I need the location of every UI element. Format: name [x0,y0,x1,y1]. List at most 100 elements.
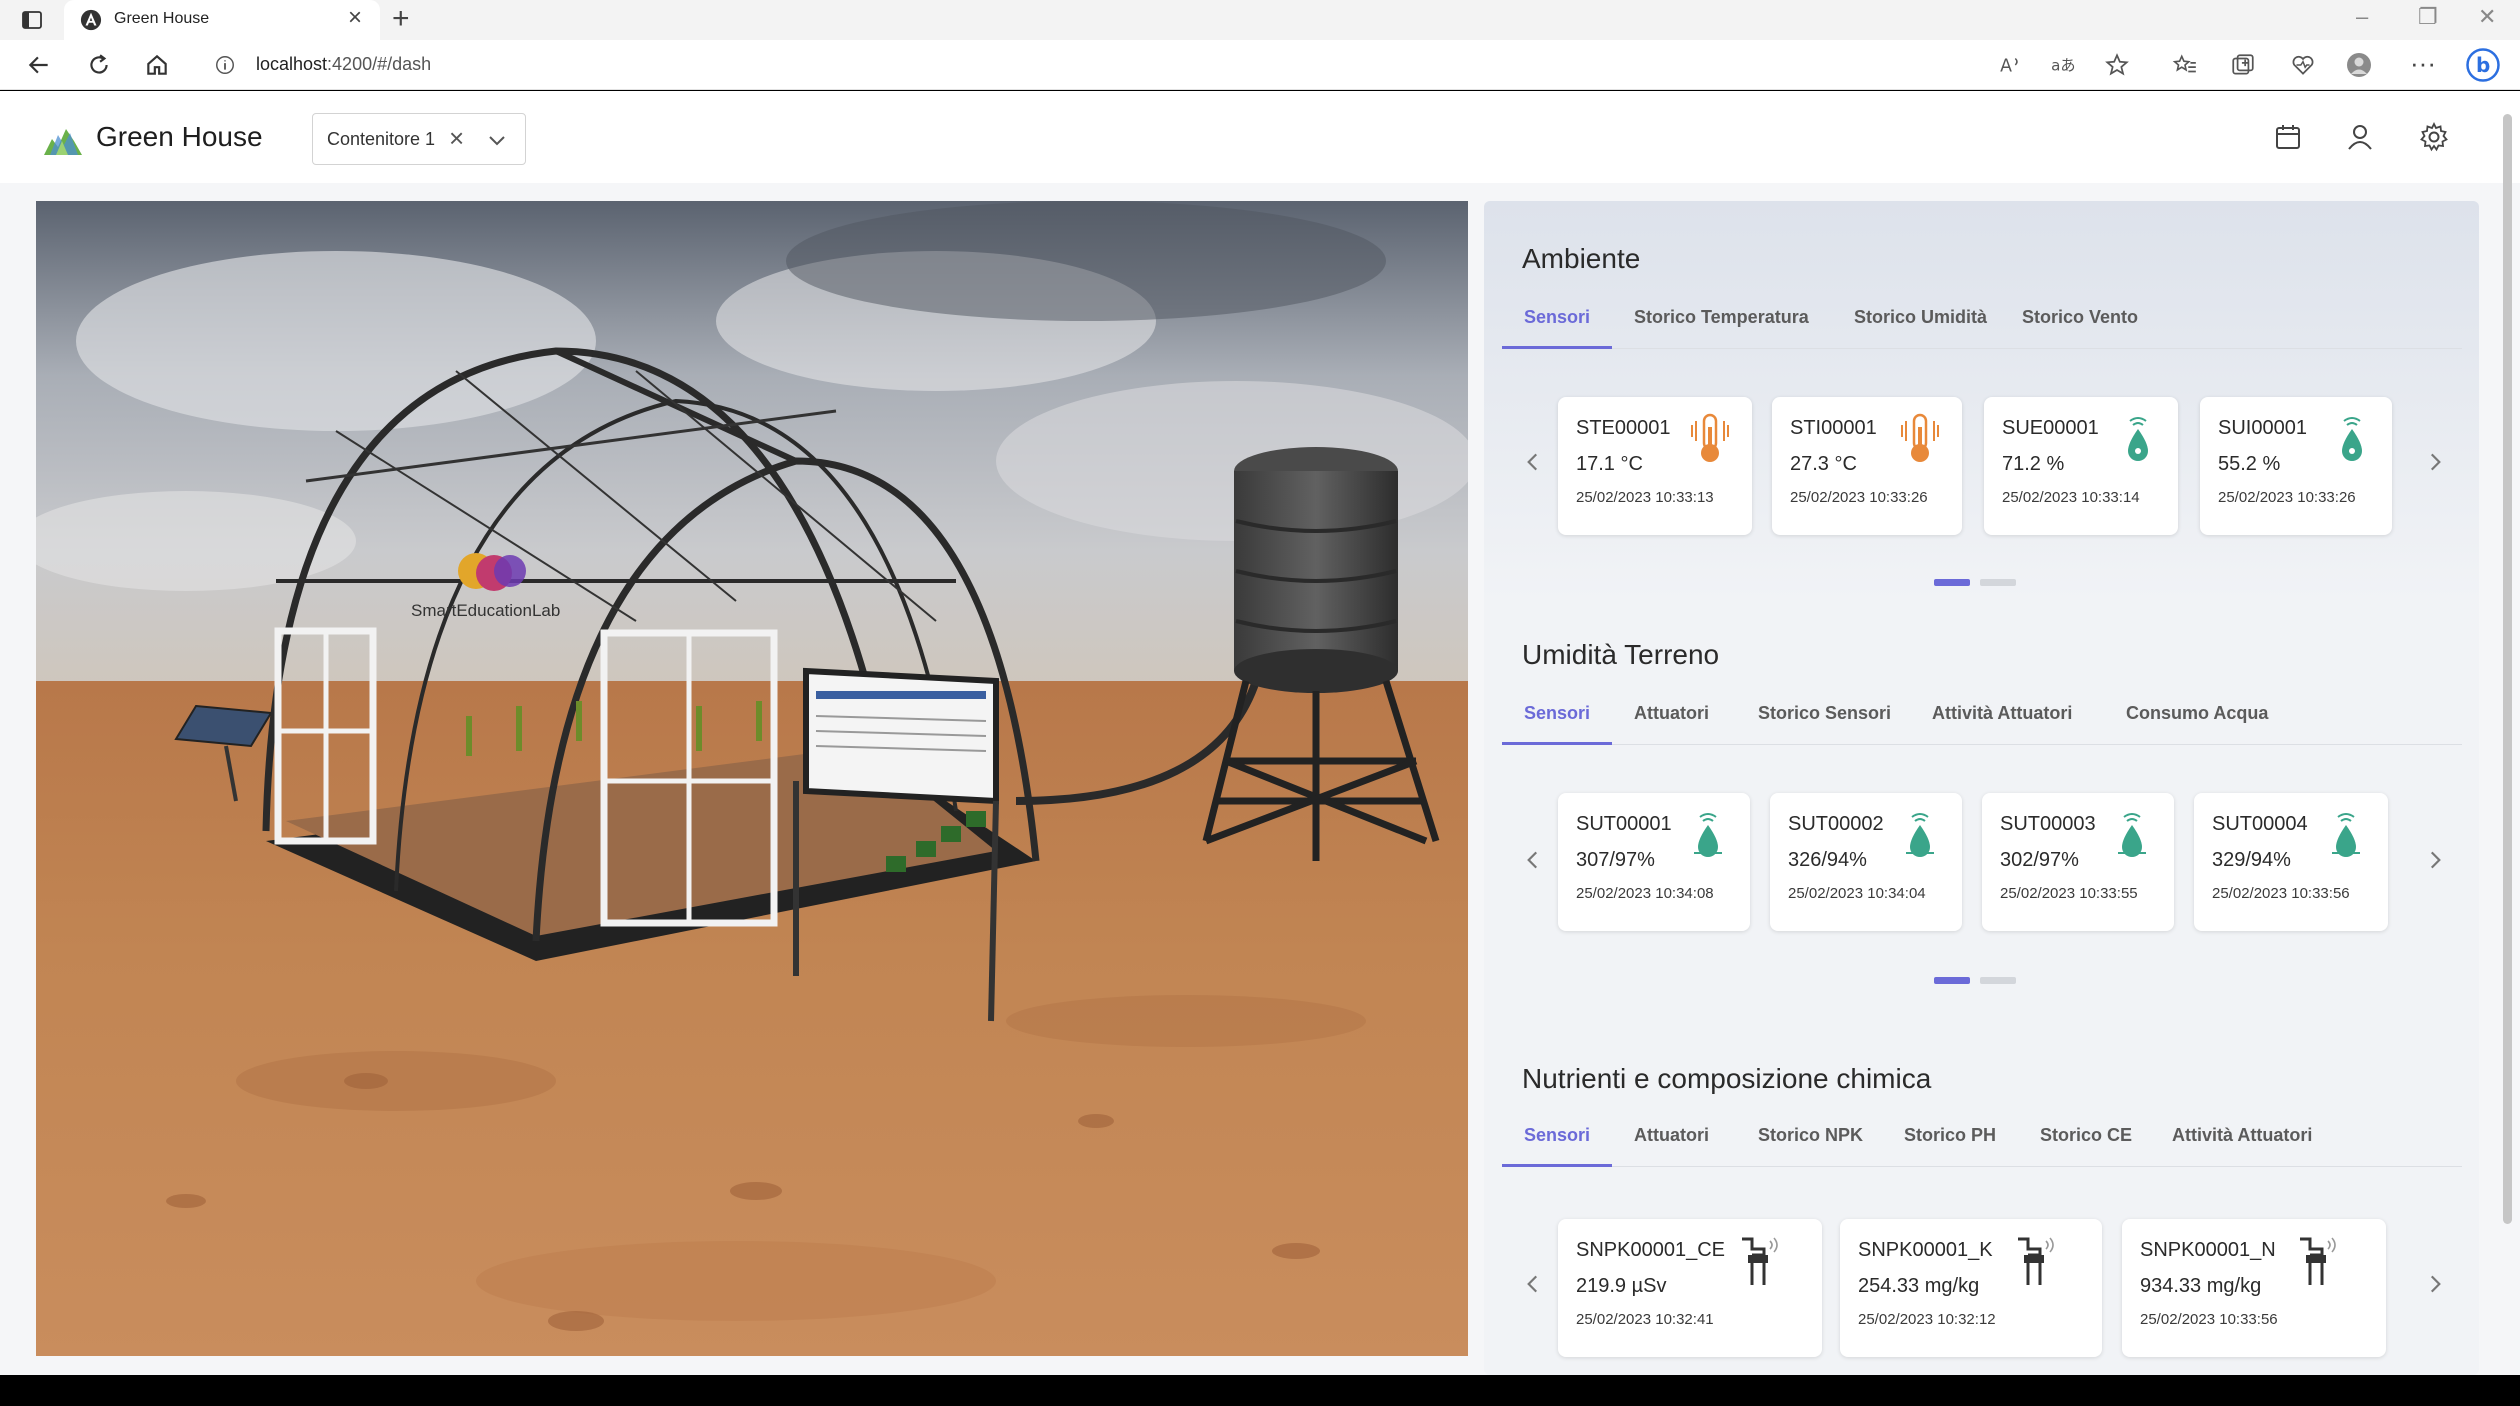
sensor-card[interactable]: STE00001 17.1 °C 25/02/2023 10:33:13 [1558,397,1752,535]
sensor-card[interactable]: SUI00001 55.2 % 25/02/2023 10:33:26 [2200,397,2392,535]
screen-bottom-bar [0,1375,2520,1406]
new-tab-icon[interactable]: + [392,4,410,34]
umidita-next-icon[interactable] [2422,847,2448,873]
page-scrollbar-thumb[interactable] [2503,114,2512,1224]
umidita-pagination [1934,977,2024,985]
browser-address-bar: localhost:4200/#/dash A aあ ··· b [0,40,2520,90]
thermometer-icon [1691,413,1729,462]
sensor-timestamp: 25/02/2023 10:32:12 [1858,1311,1996,1328]
nutrienti-tabs: Sensori Attuatori Storico NPK Storico PH… [1502,1111,2462,1167]
soil-moisture-icon [2118,813,2146,857]
sensor-card[interactable]: SUE00001 71.2 % 25/02/2023 10:33:14 [1984,397,2178,535]
tab-umidita-sensori[interactable]: Sensori [1502,689,1612,745]
url-path: :4200/#/dash [327,54,432,74]
page-dot[interactable] [1980,977,2016,984]
greenhouse-3d-view[interactable]: SmartEducationLab [36,201,1468,1356]
sensor-card[interactable]: STI00001 27.3 °C 25/02/2023 10:33:26 [1772,397,1962,535]
tab-actions-icon[interactable] [20,8,44,32]
page-dot[interactable] [1980,579,2016,586]
ambiente-prev-icon[interactable] [1520,449,1546,475]
more-options-icon[interactable]: ··· [2410,48,2436,78]
sensor-card[interactable]: SUT00002 326/94% 25/02/2023 10:34:04 [1770,793,1962,931]
tab-storico-sensori[interactable]: Storico Sensori [1758,689,1891,745]
sensor-value: 55.2 % [2218,453,2281,475]
read-aloud-icon[interactable]: A [1998,52,2024,78]
profile-avatar-icon[interactable] [2346,52,2372,78]
site-info-icon[interactable] [214,54,236,76]
window-close-icon[interactable]: ✕ [2478,4,2496,30]
umidita-prev-icon[interactable] [1520,847,1546,873]
section-umidita-terreno: Umidità Terreno Sensori Attuatori Storic… [1484,601,2479,1021]
collections-icon[interactable] [2230,52,2256,78]
tab-storico-ph[interactable]: Storico PH [1904,1111,1996,1167]
container-select[interactable]: Contenitore 1 × [312,113,526,165]
sensor-value: 326/94% [1788,849,1867,871]
clear-selection-icon[interactable]: × [449,125,464,151]
sensor-card[interactable]: SUT00004 329/94% 25/02/2023 10:33:56 [2194,793,2388,931]
sensor-card[interactable]: SNPK00001_N 934.33 mg/kg 25/02/2023 10:3… [2122,1219,2386,1357]
url-field[interactable]: localhost:4200/#/dash [256,54,431,75]
tab-ambiente-sensori[interactable]: Sensori [1502,293,1612,349]
favorites-list-icon[interactable] [2172,52,2198,78]
sensor-id: STI00001 [1790,417,1877,439]
section-nutrienti: Nutrienti e composizione chimica Sensori… [1484,1021,2479,1375]
humidity-sensor-icon [2342,417,2362,461]
humidity-sensor-icon [2128,417,2148,461]
tab-close-icon[interactable]: × [348,6,362,30]
tab-storico-vento[interactable]: Storico Vento [2022,293,2138,349]
sensor-value: 17.1 °C [1576,453,1643,475]
sensor-card[interactable]: SNPK00001_CE 219.9 µSv 25/02/2023 10:32:… [1558,1219,1822,1357]
page-dot-active[interactable] [1934,977,1970,984]
tab-nutrienti-attivita-attuatori[interactable]: Attività Attuatori [2172,1111,2312,1167]
svg-text:b: b [2476,53,2490,77]
soil-probe-icon [1742,1237,1778,1285]
sensor-value: 27.3 °C [1790,453,1857,475]
tab-storico-ce[interactable]: Storico CE [2040,1111,2132,1167]
sensor-timestamp: 25/02/2023 10:33:56 [2212,885,2350,902]
browser-tab[interactable]: Green House × [64,0,380,40]
sensor-timestamp: 25/02/2023 10:33:13 [1576,489,1714,506]
url-host: localhost [256,54,328,74]
page-dot-active[interactable] [1934,579,1970,586]
thermometer-icon [1901,413,1939,462]
tab-nutrienti-attuatori[interactable]: Attuatori [1634,1111,1709,1167]
tab-umidita-attuatori[interactable]: Attuatori [1634,689,1709,745]
tab-storico-temperatura[interactable]: Storico Temperatura [1634,293,1809,349]
sensor-card[interactable]: SNPK00001_K 254.33 mg/kg 25/02/2023 10:3… [1840,1219,2102,1357]
settings-gear-icon[interactable] [2418,121,2450,153]
sensor-timestamp: 25/02/2023 10:33:26 [2218,489,2356,506]
nutrienti-prev-icon[interactable] [1520,1271,1546,1297]
sensor-card[interactable]: SUT00001 307/97% 25/02/2023 10:34:08 [1558,793,1750,931]
bing-copilot-icon[interactable]: b [2466,48,2500,82]
favorite-star-icon[interactable] [2104,52,2130,78]
sensor-id: SUT00002 [1788,813,1884,835]
back-icon[interactable] [26,52,52,78]
home-icon[interactable] [144,52,170,78]
tab-storico-umidita[interactable]: Storico Umidità [1854,293,1987,349]
translate-icon[interactable]: aあ [2050,52,2076,78]
ambiente-next-icon[interactable] [2422,449,2448,475]
nutrienti-next-icon[interactable] [2422,1271,2448,1297]
sensor-timestamp: 25/02/2023 10:32:41 [1576,1311,1714,1328]
sensor-id: SNPK00001_K [1858,1239,1993,1261]
app-header: Green House Contenitore 1 × [0,91,2520,183]
app-title: Green House [96,121,263,152]
sensor-id: SNPK00001_N [2140,1239,2276,1261]
sensor-card[interactable]: SUT00003 302/97% 25/02/2023 10:33:55 [1982,793,2174,931]
calendar-icon[interactable] [2272,121,2304,153]
user-icon[interactable] [2344,121,2376,153]
tab-storico-npk[interactable]: Storico NPK [1758,1111,1863,1167]
browser-essentials-icon[interactable] [2290,52,2316,78]
refresh-icon[interactable] [86,52,112,78]
sensor-timestamp: 25/02/2023 10:33:14 [2002,489,2140,506]
minimize-icon[interactable]: – [2356,4,2368,30]
tab-nutrienti-sensori[interactable]: Sensori [1502,1111,1612,1167]
sensor-id: SUT00004 [2212,813,2308,835]
section-ambiente: Ambiente Sensori Storico Temperatura Sto… [1484,201,2479,601]
scene-sign-text: SmartEducationLab [411,601,560,620]
tab-consumo-acqua[interactable]: Consumo Acqua [2126,689,2268,745]
chevron-down-icon[interactable] [485,128,509,152]
tab-attivita-attuatori[interactable]: Attività Attuatori [1932,689,2072,745]
umidita-tabs: Sensori Attuatori Storico Sensori Attivi… [1502,689,2462,745]
restore-icon[interactable]: ❐ [2418,4,2438,30]
